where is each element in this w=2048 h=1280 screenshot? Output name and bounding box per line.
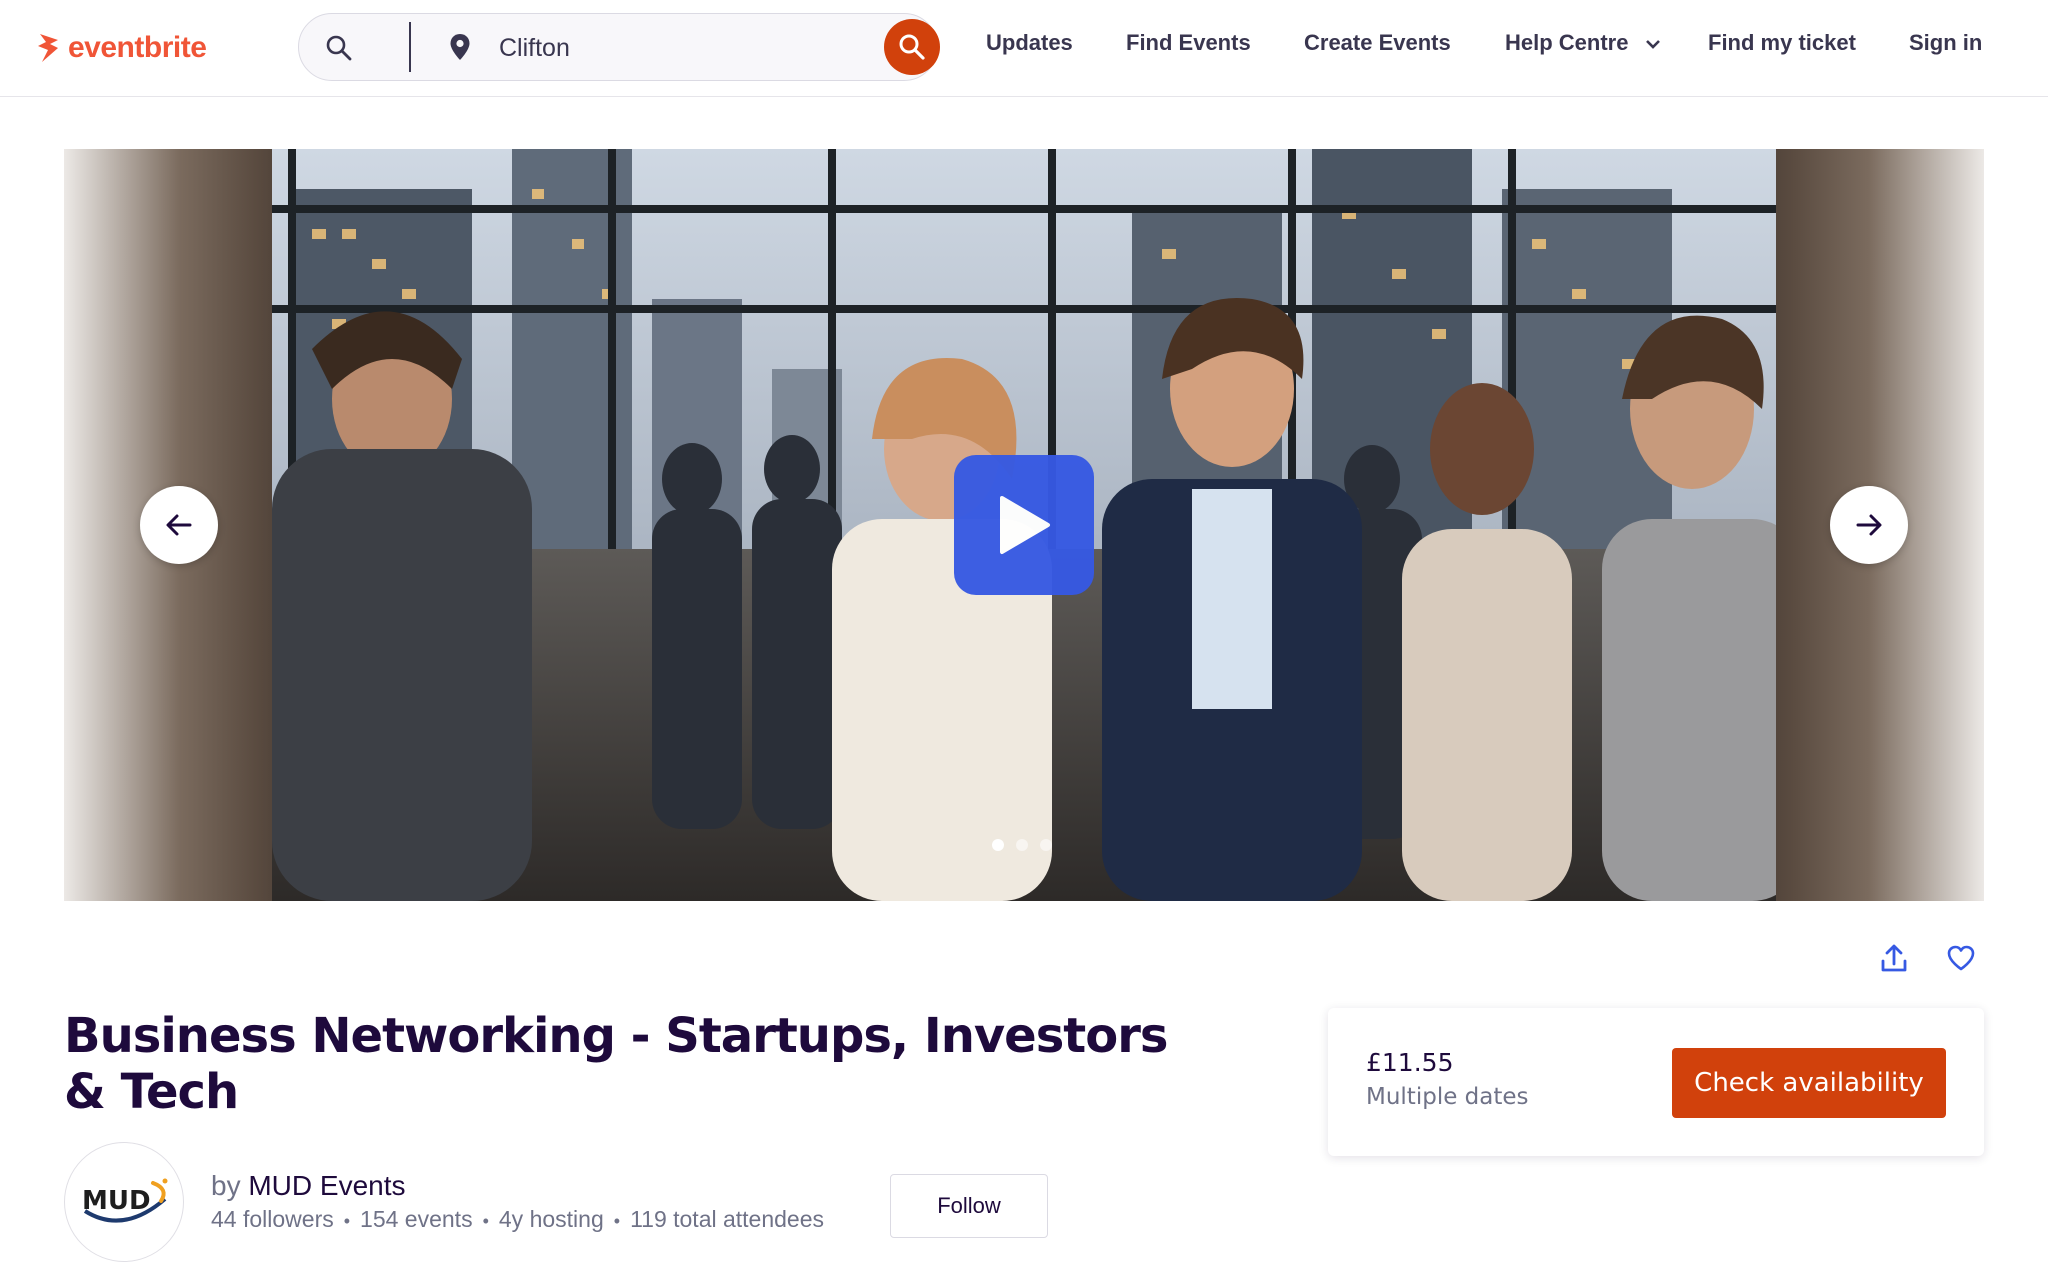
nav-create-events[interactable]: Create Events: [1304, 30, 1451, 66]
top-navigation-bar: eventbrite Updates Find Events Create Ev…: [0, 0, 2048, 97]
nav-help-centre-label: Help Centre: [1505, 30, 1629, 55]
nav-updates[interactable]: Updates: [986, 30, 1073, 66]
arrow-left-icon: [166, 514, 192, 536]
ticket-dates: Multiple dates: [1366, 1084, 1529, 1110]
search-divider: [409, 22, 411, 72]
organizer-followers: 44 followers: [211, 1206, 334, 1232]
nav-find-events[interactable]: Find Events: [1126, 30, 1251, 66]
search-icon[interactable]: [325, 34, 353, 62]
play-icon: [1000, 496, 1050, 554]
carousel-next-button[interactable]: [1830, 486, 1908, 564]
carousel-pagination: [992, 839, 1052, 851]
ticket-price: £11.55: [1366, 1048, 1454, 1077]
organizer-events-count: 154 events: [360, 1206, 473, 1232]
location-input[interactable]: [497, 28, 881, 68]
nav-sign-in[interactable]: Sign in: [1909, 30, 1982, 66]
organizer-avatar[interactable]: MUD: [64, 1142, 184, 1262]
organizer-stats: 44 followers • 154 events • 4y hosting • 119 t…: [211, 1206, 825, 1232]
carousel-dot-3[interactable]: [1040, 839, 1052, 851]
heart-icon: [1947, 945, 1975, 971]
check-availability-button[interactable]: Check availability: [1672, 1048, 1946, 1118]
carousel-previous-button[interactable]: [140, 486, 218, 564]
organizer-name: by MUD Events: [211, 1170, 406, 1202]
eventbrite-logo-mark-icon: [38, 34, 58, 62]
share-icon: [1881, 944, 1907, 972]
search-button[interactable]: [884, 19, 940, 75]
chevron-down-icon: [1645, 40, 1660, 50]
eventbrite-logo-text: eventbrite: [68, 31, 207, 64]
nav-help-centre[interactable]: Help Centre: [1505, 30, 1661, 66]
play-video-button[interactable]: [954, 455, 1094, 595]
carousel-dot-2[interactable]: [1016, 839, 1028, 851]
search-icon: [899, 34, 925, 60]
follow-organizer-button[interactable]: Follow: [890, 1174, 1048, 1238]
organizer-total-attendees: 119 total attendees: [630, 1206, 825, 1232]
svg-text:MUD: MUD: [82, 1186, 151, 1216]
event-title: Business Networking - Startups, Investor…: [64, 1008, 1168, 1120]
save-favorite-button[interactable]: [1941, 938, 1981, 978]
search-bar[interactable]: [298, 13, 938, 81]
organizer-hosting-duration: 4y hosting: [498, 1206, 604, 1232]
event-hero-carousel: [64, 149, 1984, 901]
organizer-by-prefix: by: [211, 1170, 241, 1201]
eventbrite-logo[interactable]: eventbrite: [36, 28, 207, 68]
location-pin-icon: [450, 34, 470, 60]
share-button[interactable]: [1874, 938, 1914, 978]
mud-events-logo: MUD: [82, 1178, 168, 1223]
organizer-name-link[interactable]: MUD Events: [248, 1170, 405, 1201]
ticket-purchase-card: £11.55 Multiple dates Check availability: [1328, 1008, 1984, 1156]
nav-find-my-ticket[interactable]: Find my ticket: [1708, 30, 1856, 66]
carousel-dot-1[interactable]: [992, 839, 1004, 851]
arrow-right-icon: [1856, 514, 1882, 536]
